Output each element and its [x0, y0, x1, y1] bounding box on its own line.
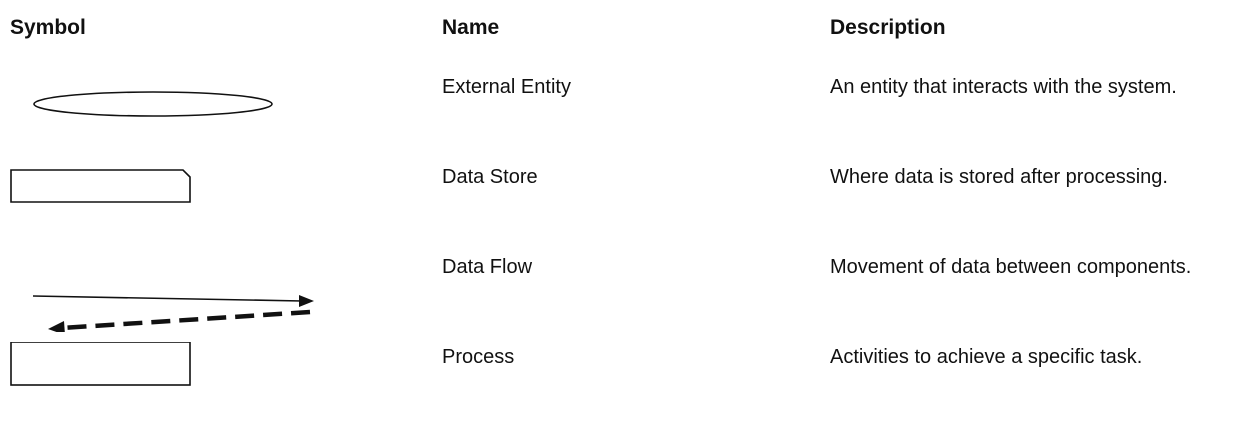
symbol-name: Data Flow [442, 256, 533, 278]
symbol-name: External Entity [442, 76, 571, 98]
bidirectional-arrows-icon [32, 295, 314, 332]
symbol-description: Activities to achieve a specific task. [830, 346, 1143, 368]
symbol-name: Process [442, 346, 515, 368]
table-row: Process Activities to achieve a specific… [0, 342, 1239, 432]
symbol-description: An entity that interacts with the system… [830, 76, 1177, 98]
symbol-table: Symbol Name Description External Entity … [0, 0, 1239, 435]
symbol-description: Movement of data between components. [830, 256, 1192, 278]
table-row: Data Flow Movement of data between compo… [0, 252, 1239, 342]
notched-rectangle-icon [10, 169, 191, 203]
header-description: Description [830, 16, 946, 39]
table-row: External Entity An entity that interacts… [0, 72, 1239, 162]
rectangle-icon [10, 342, 191, 386]
symbol-description: Where data is stored after processing. [830, 166, 1168, 188]
table-row: Data Store Where data is stored after pr… [0, 162, 1239, 252]
ellipse-icon [33, 91, 273, 117]
header-symbol: Symbol [10, 16, 86, 39]
header-name: Name [442, 16, 500, 39]
symbol-name: Data Store [442, 166, 538, 188]
